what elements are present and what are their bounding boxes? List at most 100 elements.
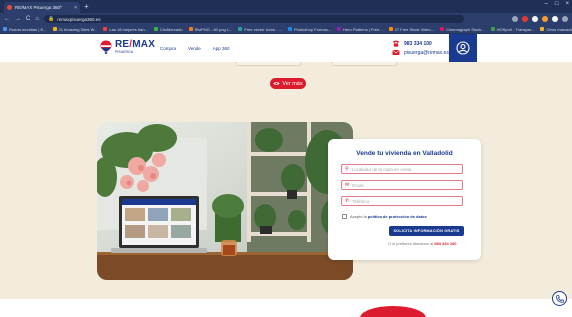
callback-text: O si prefieres llámanos al 983 334 100 — [388, 241, 457, 246]
nav-compra[interactable]: Compra — [160, 46, 176, 51]
extension-icon[interactable] — [562, 16, 568, 22]
envelope-icon: ✉ — [345, 182, 350, 188]
bookmark-favicon-icon — [337, 27, 342, 31]
logo-subtitle: PISUERGA — [115, 50, 134, 54]
bookmark-item[interactable]: Cinemagraph Stock... — [440, 26, 485, 32]
bookmark-favicon-icon — [388, 27, 393, 31]
bookmark-favicon-icon — [153, 27, 158, 31]
email-input[interactable] — [352, 182, 459, 188]
bookmark-favicon-icon — [52, 27, 57, 31]
user-account-button[interactable] — [449, 34, 477, 62]
remax-logo[interactable]: RE/MAX PISUERGA — [100, 40, 155, 55]
bookmark-label: Las 18 mejores ban... — [109, 26, 148, 32]
bookmark-item[interactable]: 27 Free Stock Video... — [388, 27, 434, 32]
bookmark-label: Hero Patterns | Free... — [343, 26, 383, 32]
contact-block: 983 334 100 pisuerga@remax.es — [392, 40, 449, 58]
privacy-policy-link[interactable]: política de protección de datos — [368, 214, 427, 219]
ver-mas-label: Ver más — [282, 80, 303, 87]
extension-icon[interactable] — [522, 16, 528, 22]
address-bar[interactable]: 🔒 remaxpisuerga360.es — [43, 15, 464, 23]
bookmark-favicon-icon — [3, 27, 7, 31]
bookmark-label: Rueda mundiau | E... — [9, 26, 47, 32]
email-field[interactable]: ✉ — [341, 180, 463, 190]
other-bookmarks[interactable]: Otros marcadores — [540, 27, 572, 32]
hero-photo — [97, 122, 353, 280]
bottom-section — [0, 299, 572, 317]
bookmark-item[interactable]: Rueda mundiau | E... — [3, 27, 47, 32]
bookmark-label: RiviPNG - 60 png L... — [194, 26, 233, 32]
window-controls: – □ × — [545, 1, 569, 7]
extension-icon[interactable] — [512, 16, 518, 22]
property-card-edge — [332, 62, 397, 66]
forward-icon[interactable]: → — [15, 16, 21, 22]
location-input[interactable] — [351, 166, 459, 172]
extension-icon[interactable] — [532, 16, 538, 22]
callback-phone-link[interactable]: 983 334 100 — [434, 241, 456, 246]
bookmark-item[interactable]: RiviPNG - 60 png L... — [188, 26, 233, 32]
nav-vende[interactable]: Vende — [188, 46, 201, 51]
phone-contact[interactable]: 983 334 100 — [392, 40, 449, 47]
bookmark-label: Cinemagraph Stock... — [446, 26, 485, 32]
user-circle-icon — [456, 41, 470, 55]
main-nav: Compra Vende App 360 — [160, 46, 230, 51]
phone-field[interactable]: ✆ — [341, 196, 463, 206]
bookmark-favicon-icon — [188, 27, 193, 31]
phone-input[interactable] — [352, 198, 459, 204]
extension-icon[interactable] — [542, 16, 548, 22]
bookmark-item[interactable]: Free vector icons - ... — [238, 27, 282, 32]
bookmark-item[interactable]: 21 Amazing Sites W... — [52, 26, 98, 32]
bookmark-label: Photoshop Formas... — [293, 26, 332, 32]
phone-icon — [393, 40, 399, 47]
logo-wordmark: RE/MAX — [115, 39, 156, 50]
submit-button[interactable]: SOLICITA INFORMACIÓN GRATIS — [389, 226, 464, 236]
ver-mas-button[interactable]: Ver más — [270, 78, 306, 89]
envelope-icon — [392, 50, 400, 55]
bookmark-label: HOSpotI - Transpar... — [496, 26, 535, 32]
nav-buttons: ← → C ⌂ — [4, 16, 39, 22]
bookmark-item[interactable]: Photoshop Formas... — [287, 26, 332, 32]
address-url: remaxpisuerga360.es — [57, 16, 101, 22]
phone-icon — [555, 294, 564, 303]
extension-icon[interactable] — [552, 16, 558, 22]
sell-home-form: Vende tu vivienda en Valladolid ⚲ ✉ ✆ Ac… — [328, 139, 481, 260]
tab-close-icon[interactable]: × — [74, 5, 77, 11]
call-fab-button[interactable] — [552, 291, 567, 306]
other-bookmarks-label: Otros marcadores — [546, 26, 572, 32]
tab-title: RE/MAX Pisuerga 360º — [15, 5, 62, 10]
close-window-button[interactable]: × — [565, 1, 569, 7]
bookmarks-bar: Rueda mundiau | E... 21 Amazing Sites W..… — [0, 25, 572, 34]
favicon-icon — [7, 5, 12, 10]
bookmark-favicon-icon — [103, 27, 108, 31]
extensions-area — [512, 16, 568, 22]
header-phone: 983 334 100 — [404, 40, 432, 47]
bookmark-favicon-icon — [238, 27, 243, 31]
location-field[interactable]: ⚲ — [341, 164, 463, 174]
bookmark-item[interactable]: HOSpotI - Transpar... — [490, 26, 535, 32]
new-tab-button[interactable]: + — [84, 2, 89, 11]
home-icon[interactable]: ⌂ — [35, 16, 39, 22]
nav-app-360[interactable]: App 360 — [213, 46, 230, 51]
bookmark-label: 21 Amazing Sites W... — [58, 26, 98, 32]
phone-icon: ✆ — [345, 198, 350, 204]
red-banner-peek — [360, 306, 426, 317]
balloon-logo-icon — [100, 40, 112, 55]
browser-tab[interactable]: RE/MAX Pisuerga 360º × — [4, 2, 80, 13]
consent-checkbox[interactable] — [342, 214, 347, 219]
eye-icon — [273, 81, 281, 86]
bookmark-favicon-icon — [490, 27, 495, 31]
header-email: pisuerga@remax.es — [404, 49, 449, 56]
bookmark-item[interactable]: Hero Patterns | Free... — [337, 27, 383, 32]
bookmark-item[interactable]: Las 18 mejores ban... — [103, 26, 148, 32]
maximize-button[interactable]: □ — [555, 1, 559, 7]
browser-toolbar: ← → C ⌂ 🔒 remaxpisuerga360.es — [0, 13, 572, 25]
bookmark-item[interactable]: CircMercado — [153, 27, 183, 32]
site-header: RE/MAX PISUERGA Compra Vende App 360 983… — [0, 34, 572, 62]
minimize-button[interactable]: – — [545, 1, 548, 7]
location-pin-icon: ⚲ — [345, 166, 349, 172]
email-contact[interactable]: pisuerga@remax.es — [392, 49, 449, 56]
back-icon[interactable]: ← — [4, 16, 10, 22]
privacy-consent: Acepto la política de protección de dato… — [342, 214, 427, 219]
lock-icon: 🔒 — [47, 16, 55, 22]
property-card-edge — [236, 62, 301, 66]
reload-icon[interactable]: C — [26, 16, 30, 22]
